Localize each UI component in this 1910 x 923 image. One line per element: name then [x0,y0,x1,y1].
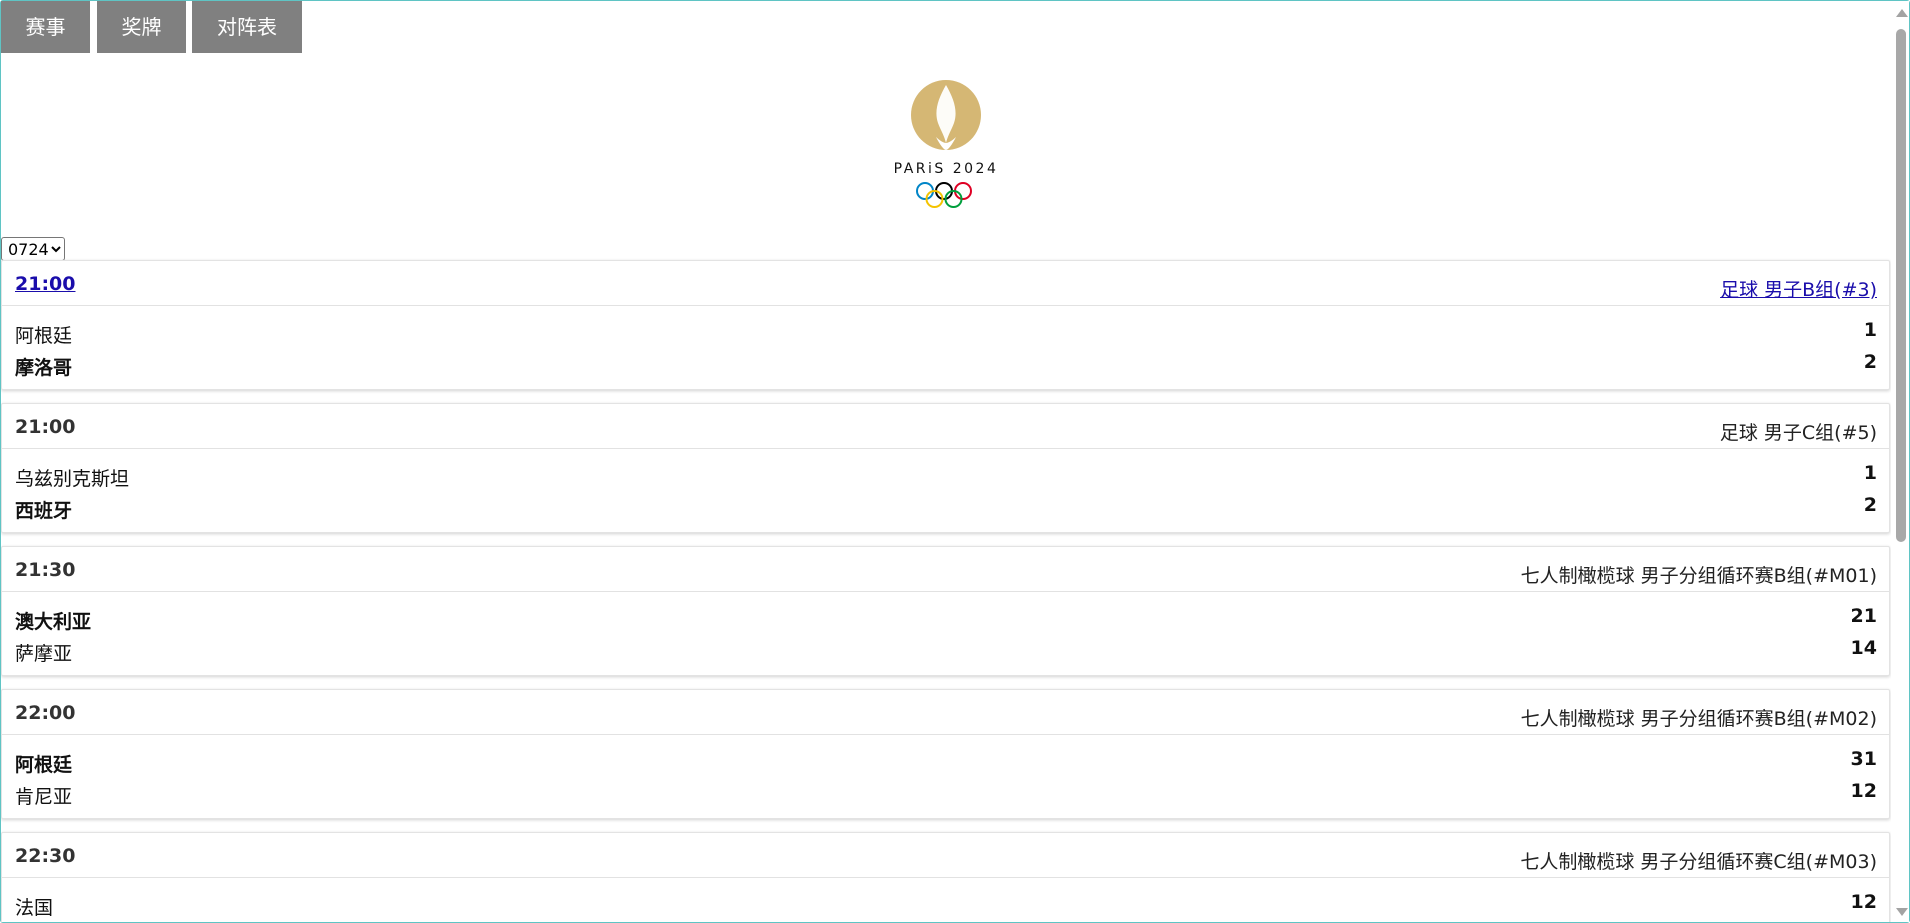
date-select[interactable]: 0724 [1,237,65,261]
match-time: 22:00 [15,702,76,724]
team-1-name: 阿根廷 [15,754,73,776]
match-event: 足球 男子C组(#5) [1719,422,1877,444]
logo-wordmark: PARiS 2024 [894,161,999,177]
paris-2024-logo: PARiS 2024 [894,80,999,208]
tab-medals[interactable]: 奖牌 [97,1,186,53]
match-event: 七人制橄榄球 男子分组循环赛C组(#M03) [1520,851,1877,873]
match-time-link[interactable]: 21:00 [15,273,75,295]
scroll-down-arrow-icon[interactable] [1896,908,1908,916]
team-1-score: 12 [1850,891,1877,913]
match-event: 七人制橄榄球 男子分组循环赛B组(#M01) [1520,565,1877,587]
match-header: 21:30 七人制橄榄球 男子分组循环赛B组(#M01) [2,547,1889,592]
team-2-score: 2 [1863,494,1877,516]
scroll-up-arrow-icon[interactable] [1896,9,1908,17]
match-header: 22:00 七人制橄榄球 男子分组循环赛B组(#M02) [2,690,1889,735]
team-1-name: 阿根廷 [15,325,73,347]
match-header: 21:00 足球 男子B组(#3) [2,261,1889,306]
team-2-name: 肯尼亚 [15,786,73,808]
team-1-name: 法国 [15,897,54,919]
scrollbar-thumb[interactable] [1896,29,1906,542]
match-event: 七人制橄榄球 男子分组循环赛B组(#M02) [1520,708,1877,730]
team-1-name: 乌兹别克斯坦 [15,468,130,490]
match-header: 21:00 足球 男子C组(#5) [2,404,1889,449]
tab-bracket[interactable]: 对阵表 [192,1,302,53]
match-time: 21:00 [15,416,76,438]
match-card: 22:00 七人制橄榄球 男子分组循环赛B组(#M02) 阿根廷 31 肯尼亚 … [1,689,1890,819]
match-event-link[interactable]: 足球 男子B组(#3) [1720,275,1877,302]
tab-events[interactable]: 赛事 [1,1,90,53]
team-2-name: 萨摩亚 [15,643,73,665]
team-1-name: 澳大利亚 [15,611,92,633]
match-time: 21:30 [15,559,76,581]
match-header: 22:30 七人制橄榄球 男子分组循环赛C组(#M03) [2,833,1889,878]
team-2-name: 西班牙 [15,500,73,522]
team-1-score: 31 [1850,748,1877,770]
team-1-score: 1 [1863,462,1877,484]
match-time: 22:30 [15,845,76,867]
team-1-score: 21 [1850,605,1877,627]
match-card: 22:30 七人制橄榄球 男子分组循环赛C组(#M03) 法国 12 [1,832,1890,922]
page-viewport: 赛事 奖牌 对阵表 PARiS 2024 0724 21:00 足球 男子B组(… [1,1,1891,922]
team-2-score: 12 [1850,780,1877,802]
team-2-score: 14 [1850,637,1877,659]
match-card: 21:00 足球 男子C组(#5) 乌兹别克斯坦 1 西班牙 2 [1,403,1890,533]
match-card: 21:30 七人制橄榄球 男子分组循环赛B组(#M01) 澳大利亚 21 萨摩亚… [1,546,1890,676]
team-1-score: 1 [1863,319,1877,341]
team-2-score: 2 [1863,351,1877,373]
team-2-name: 摩洛哥 [15,357,73,379]
match-card: 21:00 足球 男子B组(#3) 阿根廷 1 摩洛哥 2 [1,260,1890,390]
vertical-scrollbar[interactable] [1892,1,1909,922]
